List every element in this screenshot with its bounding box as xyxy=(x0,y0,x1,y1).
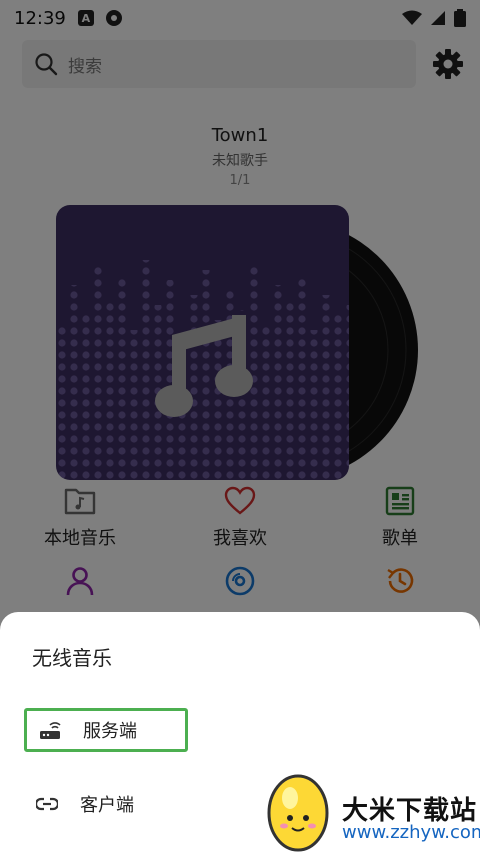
client-option-label: 客户端 xyxy=(80,795,134,816)
site-watermark: 大米下载站 www.zzhyw.com xyxy=(262,768,480,853)
link-icon xyxy=(36,797,58,811)
egg-mascot-logo xyxy=(267,774,329,852)
server-option-label: 服务端 xyxy=(83,721,137,742)
server-option[interactable]: 服务端 xyxy=(24,708,188,752)
router-icon xyxy=(40,722,61,739)
client-option[interactable]: 客户端 xyxy=(24,782,188,826)
sheet-title: 无线音乐 xyxy=(32,646,112,670)
watermark-url: www.zzhyw.com xyxy=(342,822,480,843)
